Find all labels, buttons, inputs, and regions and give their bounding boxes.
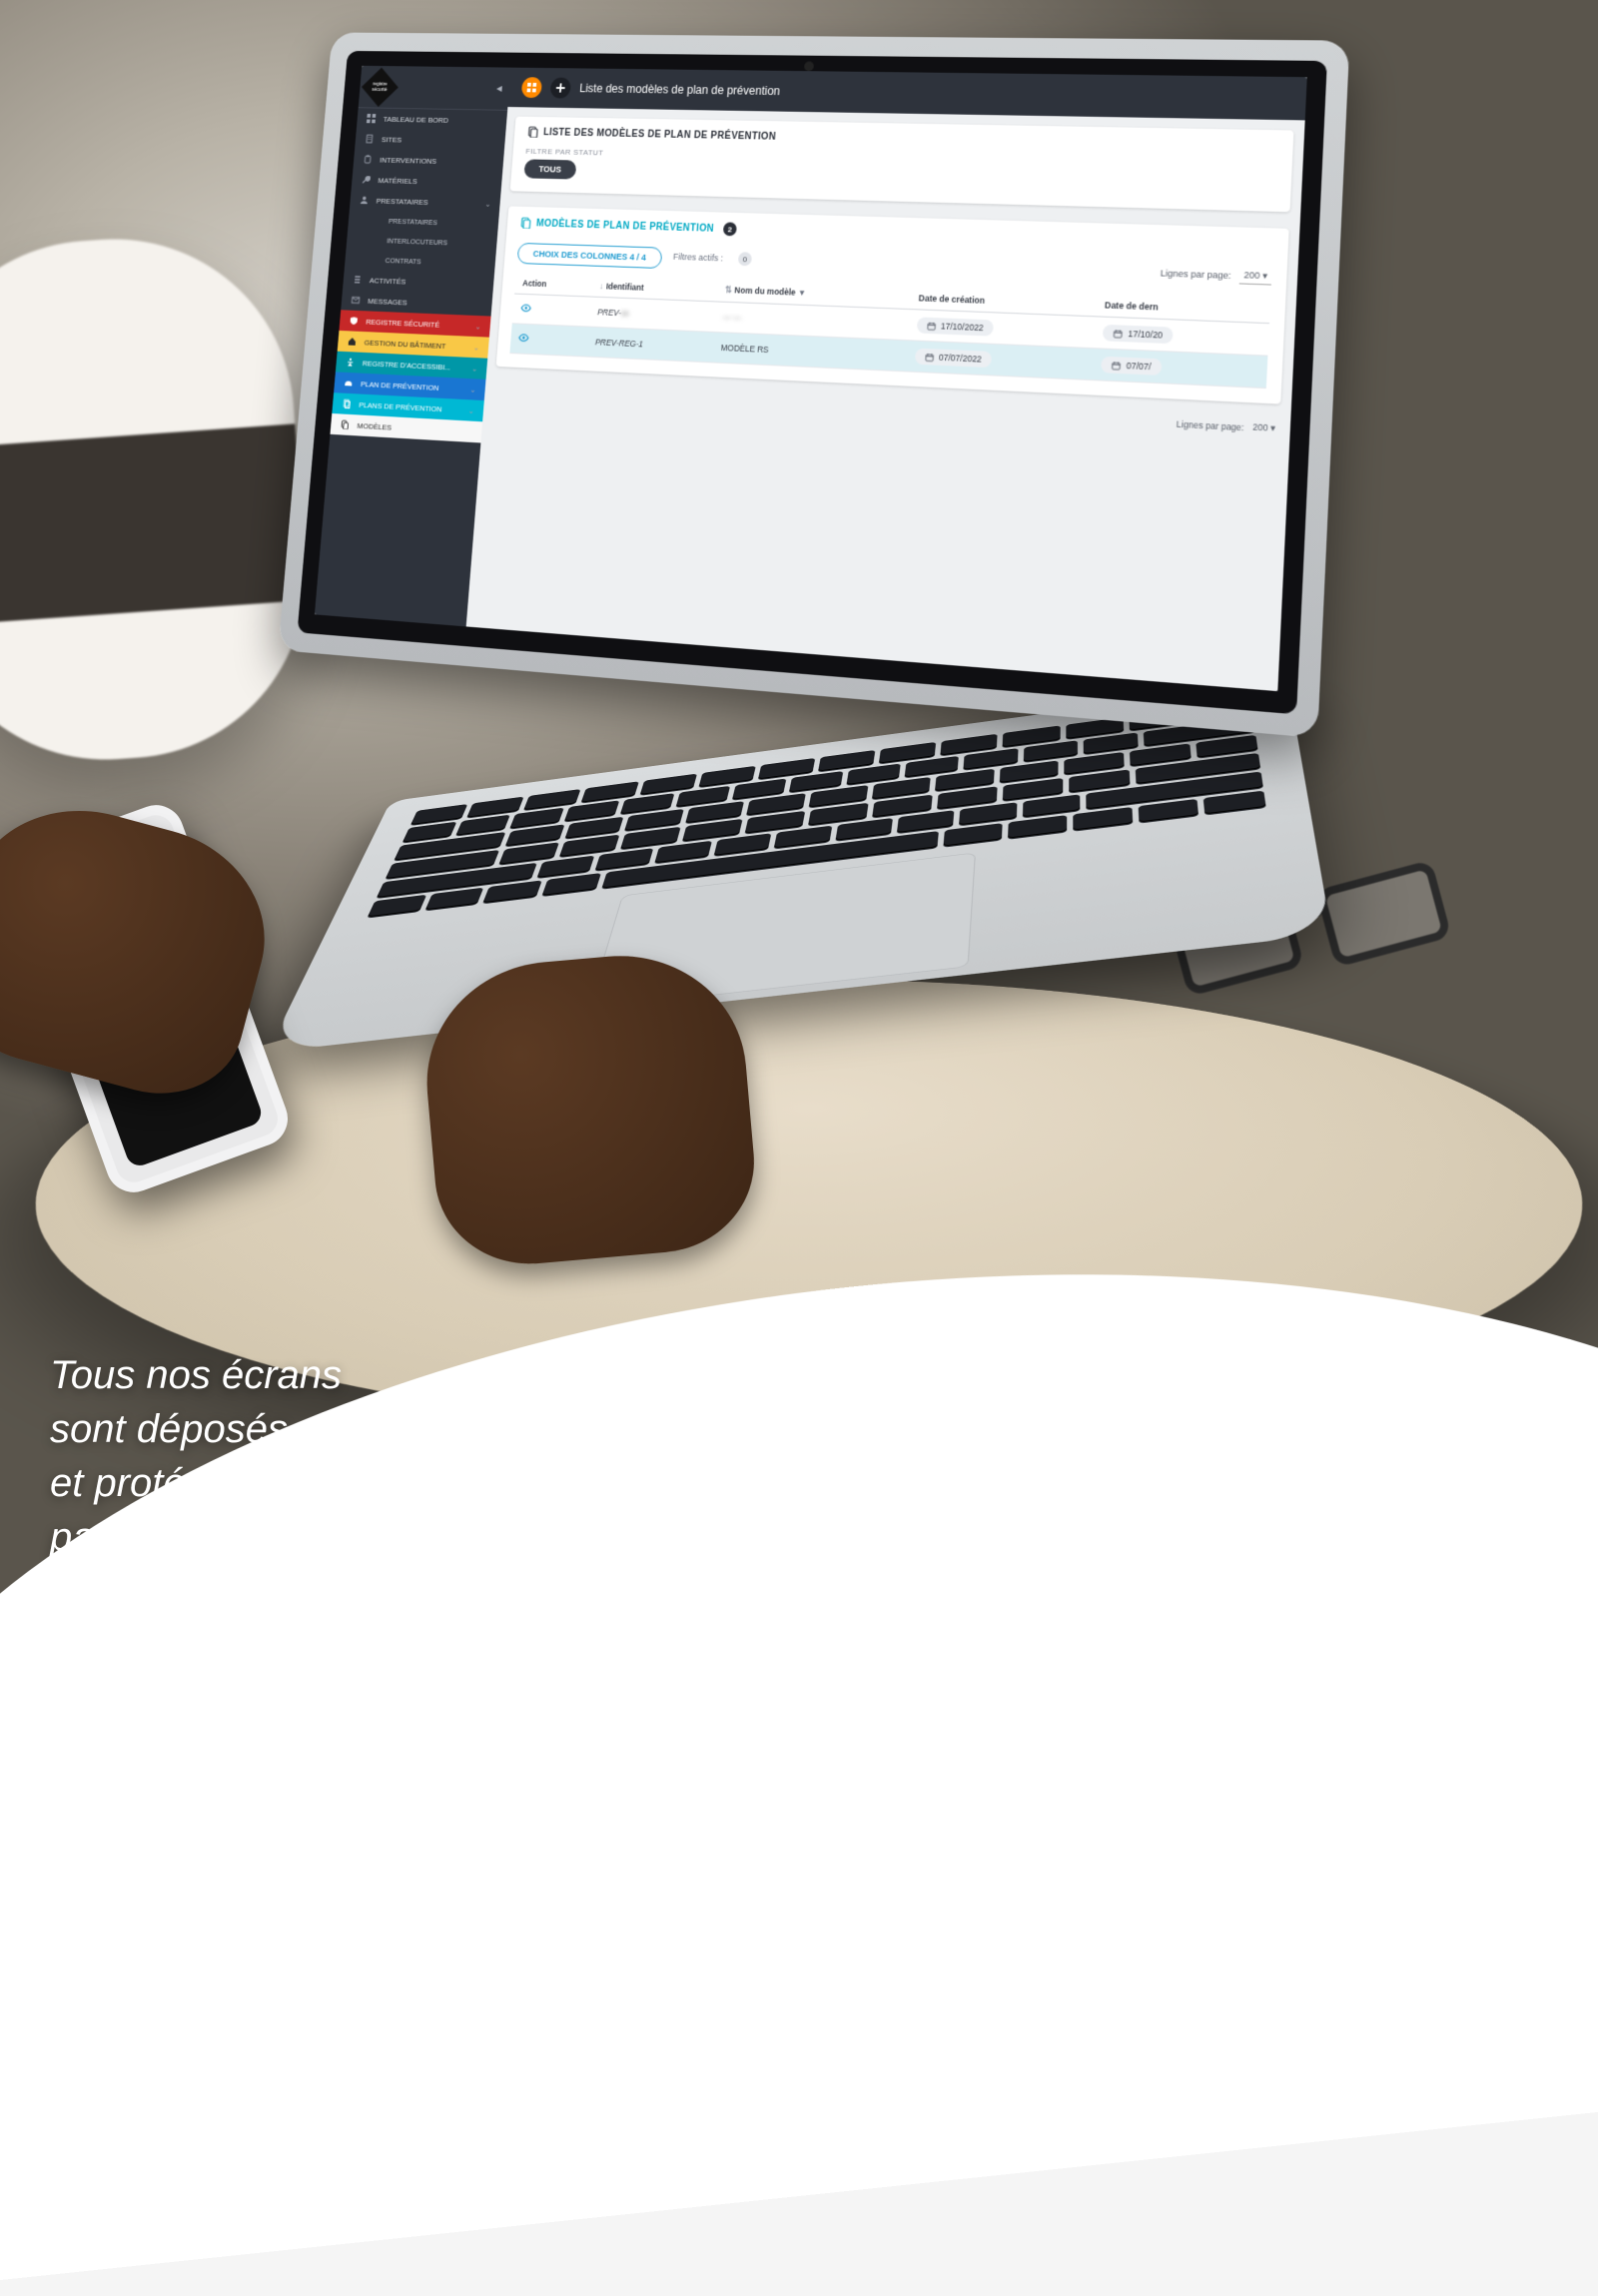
sidebar-item-label: TABLEAU DE BORD — [383, 115, 448, 125]
sidebar-item-label: MESSAGES — [368, 297, 407, 307]
rows-per-page-label-bottom: Lignes par page: — [1177, 418, 1244, 432]
sidebar-brand: registresécurité ◀ — [359, 66, 511, 111]
sidebar-item-label: MODÈLES — [357, 421, 392, 432]
sidebar-item-label: PLAN DE PRÉVENTION — [361, 380, 439, 392]
rows-per-page-label-top: Lignes par page: — [1160, 268, 1230, 281]
copy-icon — [527, 126, 539, 138]
models-table: Action ↓Identifiant ⇅Nom du modèle ▼ Dat… — [509, 272, 1270, 389]
cell-date-creation: 07/07/2022 — [906, 341, 1094, 381]
access-icon — [345, 358, 356, 368]
clipboard-icon — [363, 155, 374, 165]
grid-icon — [366, 114, 377, 123]
sidebar-item-label: INTERLOCUTEURS — [387, 237, 447, 247]
cell-identifiant: PREV-REG-1 — [586, 327, 714, 363]
app-screen: registresécurité ◀ TABLEAU DE BORD SITES I… — [315, 66, 1307, 691]
laptop-lid: registresécurité ◀ TABLEAU DE BORD SITES I… — [278, 32, 1349, 737]
sidebar-item-label: REGISTRE SÉCURITÉ — [366, 318, 439, 330]
shield-icon — [349, 316, 360, 326]
laptop: registresécurité ◀ TABLEAU DE BORD SITES I… — [260, 30, 1318, 1148]
panel-heading-text: LISTE DES MODÈLES DE PLAN DE PRÉVENTION — [543, 127, 777, 142]
topbar-add-button[interactable] — [550, 78, 572, 99]
sidebar-item-label: REGISTRE D'ACCESSIBI... — [363, 359, 451, 372]
table-heading-text: MODÈLES DE PLAN DE PRÉVENTION — [536, 218, 715, 234]
copy-icon — [340, 419, 351, 429]
rows-per-page-select-top[interactable]: 200 ▾ — [1239, 268, 1272, 286]
topbar: Liste des modèles de plan de prévention — [507, 68, 1306, 121]
view-row-icon[interactable] — [520, 306, 532, 316]
main-area: Liste des modèles de plan de prévention … — [466, 68, 1307, 692]
helmet-icon — [343, 378, 354, 387]
sidebar-item-label: ACTIVITÉS — [370, 276, 406, 286]
cell-date-dern: 07/07/ — [1093, 349, 1268, 388]
rows-per-page-select-bottom[interactable]: 200 ▾ — [1252, 421, 1275, 434]
sidebar-collapse-icon[interactable]: ◀ — [496, 84, 502, 93]
table-count-badge: 2 — [723, 222, 737, 236]
laptop-deck — [268, 681, 1332, 1053]
filters-active-label: Filtres actifs : — [673, 252, 724, 263]
plus-icon — [554, 82, 566, 93]
docs-icon — [342, 398, 353, 408]
topbar-title: Liste des modèles de plan de prévention — [579, 82, 781, 98]
sidebar-item-label: PRESTATAIRES — [376, 197, 428, 207]
sidebar-item-label: CONTRATS — [385, 256, 421, 266]
building-icon — [364, 134, 375, 143]
mail-icon — [350, 296, 361, 306]
grid-icon — [526, 82, 538, 93]
topbar-grid-button[interactable] — [521, 77, 542, 98]
sidebar-item-label: SITES — [382, 135, 402, 144]
right-hand — [417, 946, 762, 1272]
filters-active-count: 0 — [738, 252, 752, 266]
brand-logo: registresécurité — [362, 67, 399, 106]
wrench-icon — [361, 175, 372, 185]
webcam — [804, 61, 814, 71]
user-icon — [359, 196, 370, 206]
filter-card: LISTE DES MODÈLES DE PLAN DE PRÉVENTION … — [510, 117, 1294, 213]
home-icon — [347, 337, 358, 347]
sidebar-item-label: MATÉRIELS — [378, 176, 417, 185]
copy-icon — [519, 217, 531, 229]
sidebar-item-label: GESTION DU BÂTIMENT — [364, 338, 445, 350]
filter-by-status-label: FILTRE PAR STATUT — [525, 147, 1277, 172]
sidebar-item-label: PLANS DE PRÉVENTION — [359, 400, 442, 413]
view-row-icon[interactable] — [517, 336, 529, 346]
columns-choice-button[interactable]: CHOIX DES COLONNES 4 / 4 — [517, 243, 663, 269]
sidebar-item-label: INTERVENTIONS — [380, 156, 436, 166]
list-icon — [352, 275, 363, 285]
filter-all-chip[interactable]: TOUS — [523, 159, 576, 179]
col-action[interactable]: Action — [514, 272, 593, 297]
sidebar-item-label: PRESTATAIRES — [389, 217, 437, 227]
table-card: MODÈLES DE PLAN DE PRÉVENTION 2 CHOIX DE… — [496, 206, 1289, 403]
